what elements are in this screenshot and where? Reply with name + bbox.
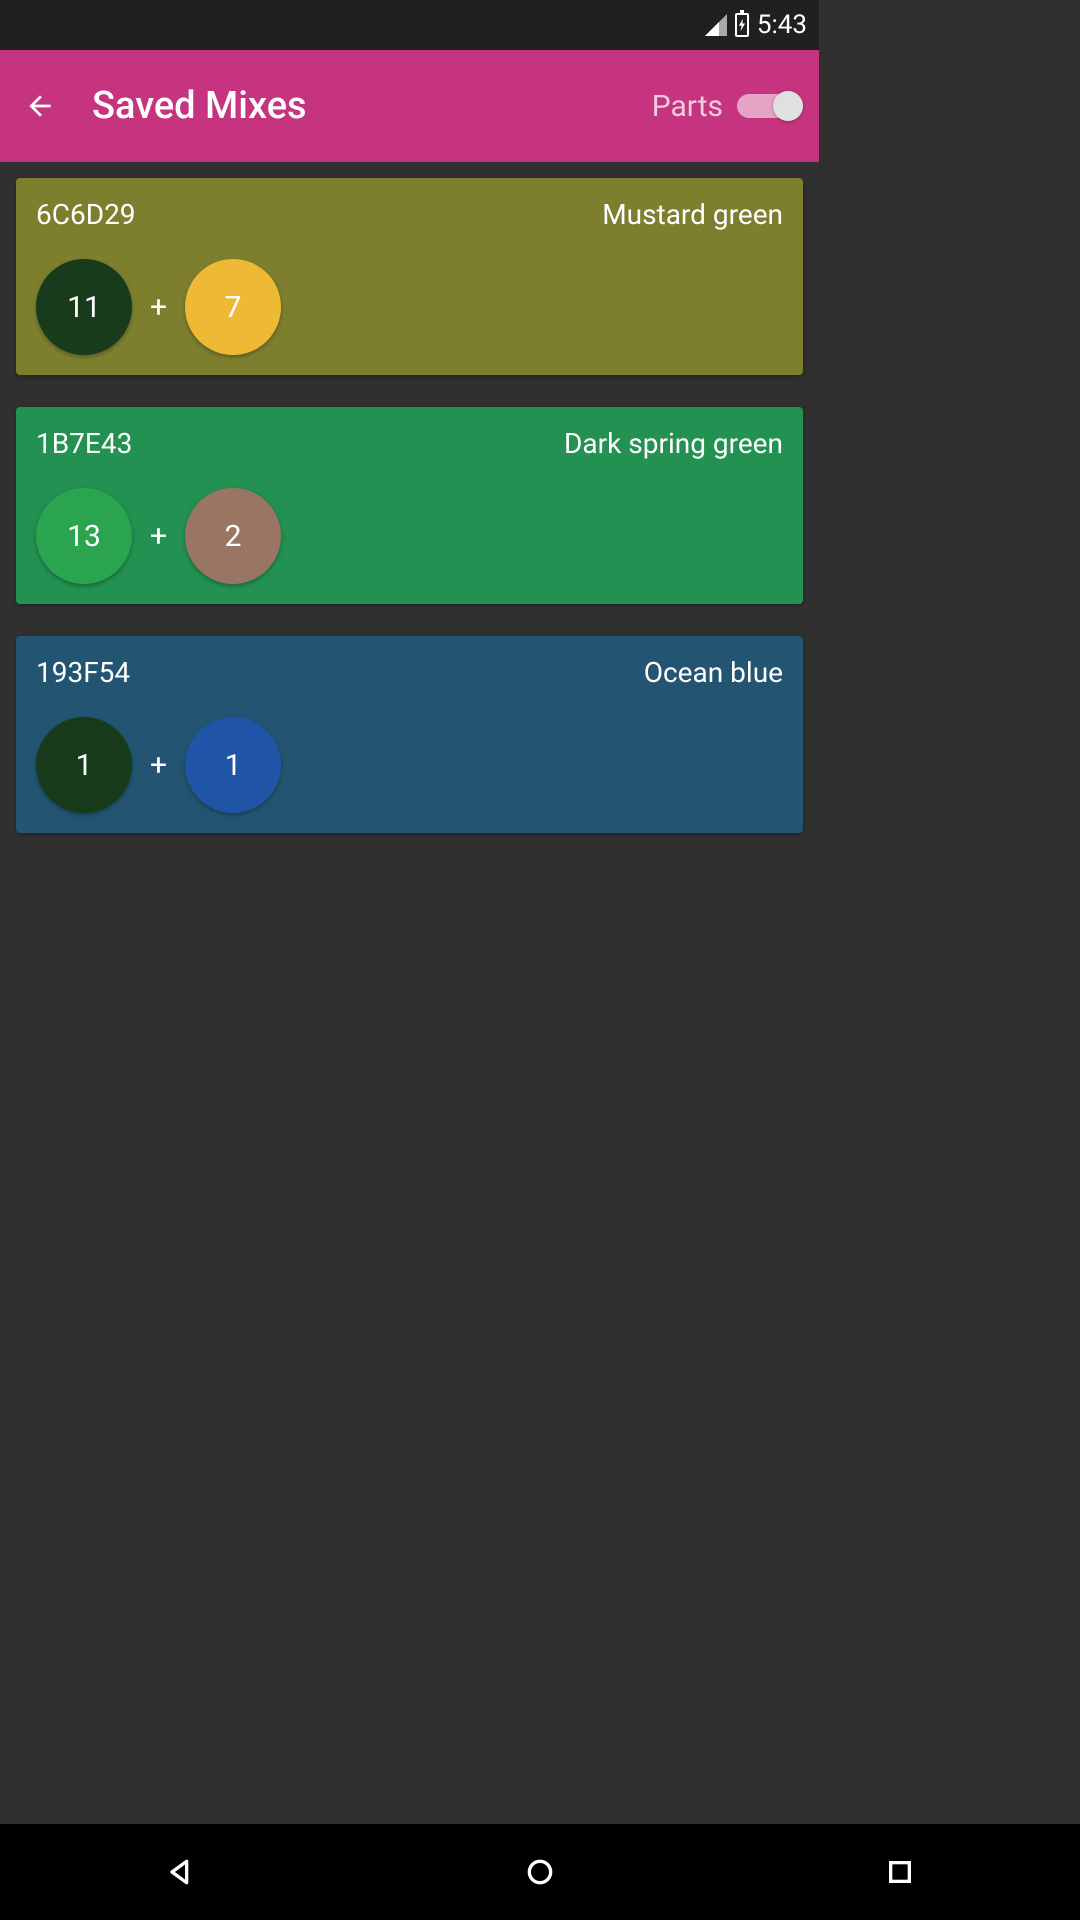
part-value: 13	[67, 519, 101, 554]
part-value: 11	[67, 290, 101, 325]
card-header: 6C6D29 Mustard green	[36, 198, 783, 231]
nav-recent-button[interactable]	[876, 1848, 924, 1896]
parts-row: 11 + 7	[36, 259, 783, 355]
plus-separator: +	[150, 748, 167, 783]
parts-toggle-label: Parts	[652, 89, 723, 124]
color-name: Dark spring green	[564, 427, 783, 460]
nav-back-button[interactable]	[156, 1848, 204, 1896]
part-value: 1	[225, 748, 242, 783]
navigation-bar	[0, 1824, 1080, 1920]
color-name: Mustard green	[602, 198, 783, 231]
back-arrow-icon	[24, 90, 56, 122]
parts-row: 13 + 2	[36, 488, 783, 584]
signal-icon	[705, 14, 727, 36]
card-header: 1B7E43 Dark spring green	[36, 427, 783, 460]
mix-card[interactable]: 6C6D29 Mustard green 11 + 7	[16, 178, 803, 375]
nav-home-button[interactable]	[516, 1848, 564, 1896]
part-value: 1	[76, 748, 93, 783]
color-name: Ocean blue	[644, 656, 783, 689]
hex-value: 1B7E43	[36, 427, 132, 460]
triangle-back-icon	[164, 1856, 196, 1888]
status-bar: 5:43	[0, 0, 819, 50]
part-value: 2	[225, 519, 242, 554]
battery-charging-icon	[735, 13, 749, 37]
parts-toggle[interactable]	[737, 94, 803, 118]
plus-separator: +	[150, 519, 167, 554]
part-value: 7	[225, 290, 242, 325]
part-circle: 7	[185, 259, 281, 355]
hex-value: 193F54	[36, 656, 130, 689]
circle-home-icon	[524, 1856, 556, 1888]
part-circle: 1	[185, 717, 281, 813]
card-header: 193F54 Ocean blue	[36, 656, 783, 689]
mix-card[interactable]: 1B7E43 Dark spring green 13 + 2	[16, 407, 803, 604]
parts-row: 1 + 1	[36, 717, 783, 813]
part-circle: 11	[36, 259, 132, 355]
page-title: Saved Mixes	[92, 84, 652, 128]
hex-value: 6C6D29	[36, 198, 136, 231]
back-button[interactable]	[16, 82, 64, 130]
part-circle: 13	[36, 488, 132, 584]
status-time: 5:43	[757, 10, 807, 40]
mix-card[interactable]: 193F54 Ocean blue 1 + 1	[16, 636, 803, 833]
square-recent-icon	[884, 1856, 916, 1888]
part-circle: 1	[36, 717, 132, 813]
mix-list: 6C6D29 Mustard green 11 + 7 1B7E43 Dark …	[0, 162, 819, 881]
app-bar: Saved Mixes Parts	[0, 50, 819, 162]
plus-separator: +	[150, 290, 167, 325]
part-circle: 2	[185, 488, 281, 584]
